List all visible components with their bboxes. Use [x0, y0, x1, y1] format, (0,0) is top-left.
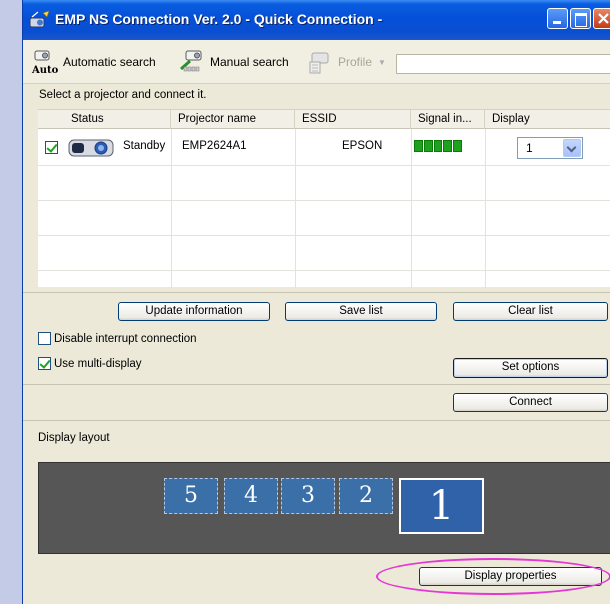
- signal-bar: [414, 140, 423, 152]
- column-header-projector-name[interactable]: Projector name: [171, 110, 295, 129]
- chevron-down-icon[interactable]: [563, 139, 581, 157]
- signal-bar: [433, 140, 443, 152]
- connect-button[interactable]: Connect: [453, 393, 608, 412]
- separator: [23, 420, 610, 421]
- disable-interrupt-option[interactable]: Disable interrupt connection: [38, 332, 197, 345]
- manual-search-icon: [178, 49, 206, 75]
- row-select-checkbox[interactable]: [45, 141, 58, 154]
- column-header-display[interactable]: Display: [485, 110, 610, 129]
- manual-search-button[interactable]: Manual search: [178, 48, 289, 76]
- use-multi-display-option[interactable]: Use multi-display: [38, 357, 142, 370]
- display-layout-label: Display layout: [38, 432, 110, 444]
- table-header: Status Projector name ESSID Signal in...…: [38, 110, 610, 129]
- profile-icon: [306, 49, 334, 75]
- disable-interrupt-checkbox[interactable]: [38, 332, 51, 345]
- signal-bar: [453, 140, 462, 152]
- separator: [23, 384, 610, 385]
- profile-button[interactable]: Profile ▼: [306, 48, 386, 76]
- grid-line: [38, 200, 610, 201]
- column-header-signal[interactable]: Signal in...: [411, 110, 485, 129]
- automatic-search-label: Automatic search: [63, 55, 156, 69]
- quick-connection-window: EMP NS Connection Ver. 2.0 - Quick Conne…: [22, 0, 610, 604]
- use-multi-display-checkbox[interactable]: [38, 357, 51, 370]
- projector-icon: [68, 139, 114, 157]
- profile-combo-box[interactable]: [396, 54, 610, 74]
- profile-dropdown-arrow-icon: ▼: [378, 57, 386, 67]
- display-tile-3[interactable]: 3: [281, 478, 335, 514]
- network-projector-icon: [29, 10, 50, 28]
- close-button[interactable]: [593, 8, 610, 29]
- highlight-ellipse: [376, 558, 610, 595]
- projector-table: Status Projector name ESSID Signal in...…: [38, 109, 610, 288]
- use-multi-display-label: Use multi-display: [54, 357, 142, 370]
- toolbar: Auto Automatic search Manual search Prof…: [23, 40, 610, 84]
- display-tile-4[interactable]: 4: [224, 478, 278, 514]
- display-select-value: 1: [526, 141, 533, 155]
- display-layout-area: 5 4 3 2 1: [38, 462, 610, 554]
- grid-line: [38, 270, 610, 271]
- grid-line: [38, 235, 610, 236]
- desktop-background-strip: [0, 0, 22, 604]
- signal-strength-meter: [414, 140, 462, 152]
- column-header-status[interactable]: Status: [38, 110, 171, 129]
- signal-bar: [443, 140, 453, 152]
- display-select[interactable]: 1: [517, 137, 583, 159]
- automatic-search-icon-text: Auto: [31, 65, 59, 75]
- update-information-button[interactable]: Update information: [118, 302, 270, 321]
- title-bar[interactable]: EMP NS Connection Ver. 2.0 - Quick Conne…: [23, 0, 610, 40]
- row-status: Standby: [123, 140, 166, 152]
- automatic-search-button[interactable]: Auto Automatic search: [31, 48, 156, 76]
- table-row[interactable]: Standby EMP2624A1 EPSON 1: [38, 130, 610, 165]
- display-tile-2[interactable]: 2: [339, 478, 393, 514]
- close-icon: [598, 13, 609, 24]
- instruction-text: Select a projector and connect it.: [39, 89, 207, 101]
- clear-list-button[interactable]: Clear list: [453, 302, 608, 321]
- display-tile-1[interactable]: 1: [399, 478, 484, 534]
- minimize-button[interactable]: [547, 8, 568, 29]
- maximize-button[interactable]: [570, 8, 591, 29]
- save-list-button[interactable]: Save list: [285, 302, 437, 321]
- profile-label: Profile: [338, 55, 373, 69]
- column-header-essid[interactable]: ESSID: [295, 110, 411, 129]
- grid-line: [38, 165, 610, 166]
- manual-search-label: Manual search: [210, 55, 289, 69]
- disable-interrupt-label: Disable interrupt connection: [54, 332, 197, 345]
- row-projector-name: EMP2624A1: [182, 140, 247, 152]
- set-options-button[interactable]: Set options: [453, 358, 608, 378]
- row-essid: EPSON: [342, 140, 383, 152]
- window-title: EMP NS Connection Ver. 2.0 - Quick Conne…: [55, 11, 383, 27]
- automatic-search-icon: Auto: [31, 49, 59, 76]
- display-tile-5[interactable]: 5: [164, 478, 218, 514]
- separator: [23, 292, 610, 293]
- signal-bar: [423, 140, 433, 152]
